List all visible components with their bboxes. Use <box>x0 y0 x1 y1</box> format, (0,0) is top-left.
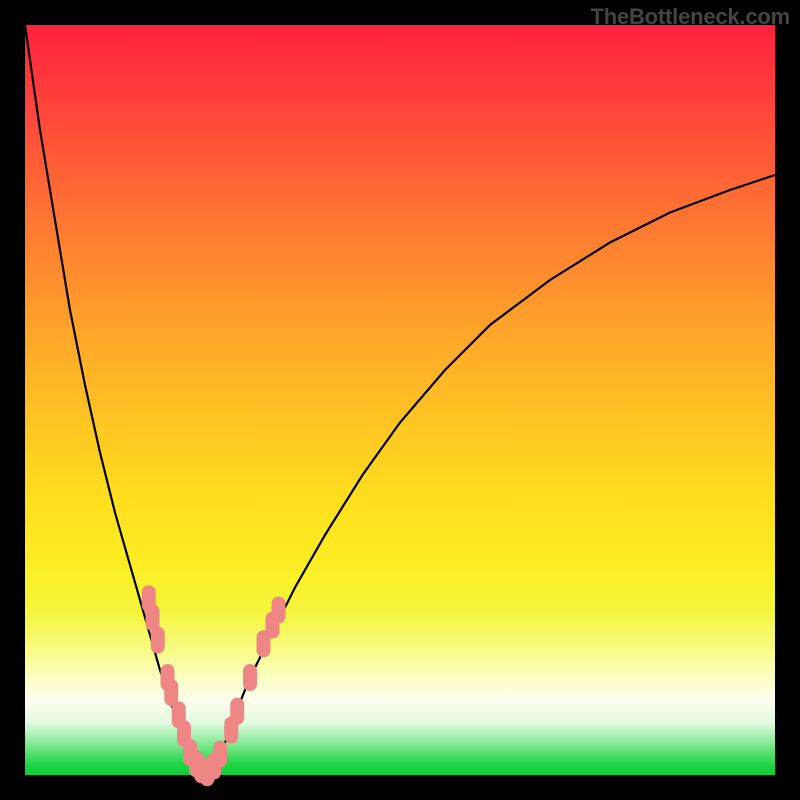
watermark-text: TheBottleneck.com <box>590 4 790 30</box>
marker-layer <box>142 586 285 786</box>
data-marker <box>244 665 257 691</box>
plot-background <box>25 25 775 775</box>
chart-frame: TheBottleneck.com <box>0 0 800 800</box>
data-marker <box>272 597 285 623</box>
data-marker <box>165 680 178 706</box>
chart-svg <box>25 25 775 775</box>
data-marker <box>214 741 227 767</box>
data-marker <box>231 698 244 724</box>
data-marker <box>151 627 164 653</box>
curve-left <box>25 25 205 775</box>
curve-right <box>205 175 775 775</box>
